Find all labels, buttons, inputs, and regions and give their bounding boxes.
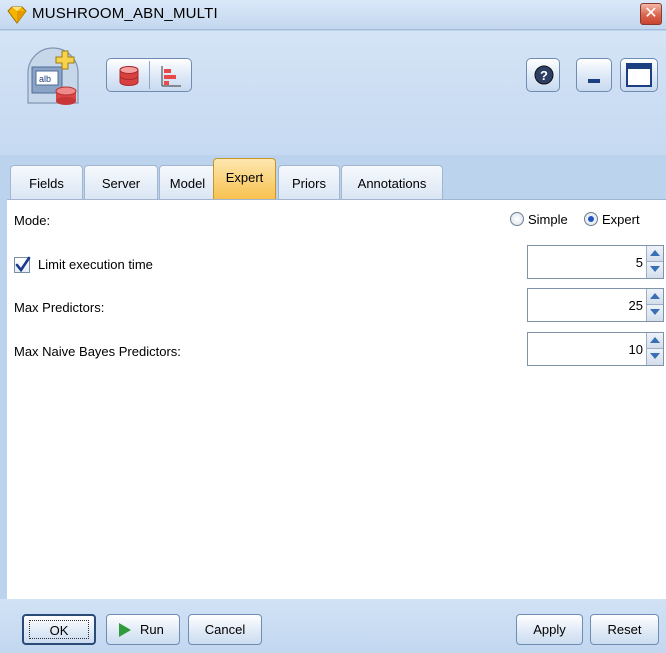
stepper-arrows [646, 246, 663, 278]
node-header: alb ? [0, 31, 666, 155]
model-node-icon: alb [27, 47, 79, 105]
tab-priors[interactable]: Priors [278, 165, 340, 199]
tab-server[interactable]: Server [84, 165, 158, 199]
max-predictors-value[interactable]: 25 [629, 298, 643, 313]
svg-text:alb: alb [39, 74, 51, 84]
help-button[interactable]: ? [526, 58, 560, 92]
cancel-label: Cancel [204, 622, 246, 637]
button-bar: OK Run Cancel Apply Reset [0, 599, 666, 653]
radio-indicator [510, 212, 524, 226]
reset-button[interactable]: Reset [590, 614, 659, 645]
maximize-icon [626, 63, 652, 87]
limit-execution-checkbox[interactable] [14, 256, 31, 273]
mode-simple-label: Simple [528, 212, 568, 227]
max-predictors-stepper[interactable]: 25 [527, 288, 664, 322]
stepper-down-icon[interactable] [647, 349, 663, 365]
stepper-up-icon[interactable] [647, 289, 663, 305]
tab-model[interactable]: Model [159, 165, 216, 199]
node-diamond-icon [7, 6, 27, 24]
max-naive-bayes-predictors-label: Max Naive Bayes Predictors: [14, 344, 181, 359]
tab-expert[interactable]: Expert [213, 158, 276, 199]
mode-label: Mode: [14, 213, 51, 228]
maximize-button[interactable] [620, 58, 658, 92]
mode-simple-radio[interactable]: Simple [510, 212, 568, 227]
run-label: Run [140, 622, 164, 637]
stepper-up-icon[interactable] [647, 246, 663, 262]
dialog-window: MUSHROOM_ABN_MULTI ✕ alb ? Fields Server… [0, 0, 666, 653]
stepper-arrows [646, 333, 663, 365]
chart-icon[interactable] [159, 64, 183, 88]
close-button[interactable]: ✕ [640, 3, 662, 25]
limit-execution-stepper[interactable]: 5 [527, 245, 664, 279]
max-naive-bayes-predictors-value[interactable]: 10 [629, 342, 643, 357]
toolbar-separator [149, 61, 150, 89]
tab-annotations[interactable]: Annotations [341, 165, 443, 199]
max-predictors-label: Max Predictors: [14, 300, 105, 315]
stepper-up-icon[interactable] [647, 333, 663, 349]
run-play-icon [119, 623, 131, 637]
stepper-arrows [646, 289, 663, 321]
stepper-down-icon[interactable] [647, 262, 663, 278]
svg-text:?: ? [540, 68, 548, 83]
toolbar-group [106, 58, 192, 92]
database-icon[interactable] [117, 64, 141, 88]
mode-expert-radio[interactable]: Expert [584, 212, 640, 227]
apply-button[interactable]: Apply [516, 614, 583, 645]
checkmark-icon [15, 256, 31, 273]
reset-label: Reset [607, 622, 642, 637]
radio-indicator-selected [584, 212, 598, 226]
cancel-button[interactable]: Cancel [188, 614, 262, 645]
run-button[interactable]: Run [106, 614, 180, 645]
limit-execution-label: Limit execution time [38, 257, 153, 272]
ok-button[interactable]: OK [22, 614, 96, 645]
focus-ring [29, 620, 89, 639]
minimize-button[interactable] [576, 58, 612, 92]
max-naive-bayes-predictors-stepper[interactable]: 10 [527, 332, 664, 366]
tab-fields[interactable]: Fields [10, 165, 83, 199]
help-icon: ? [534, 65, 554, 85]
window-title: MUSHROOM_ABN_MULTI [32, 5, 218, 22]
mode-expert-label: Expert [602, 212, 640, 227]
minimize-icon [588, 79, 600, 83]
limit-execution-value[interactable]: 5 [636, 255, 643, 270]
apply-label: Apply [533, 622, 566, 637]
stepper-down-icon[interactable] [647, 305, 663, 321]
expert-panel: Mode: Simple Expert Limit execution time… [7, 199, 666, 599]
title-bar[interactable]: MUSHROOM_ABN_MULTI ✕ [0, 0, 666, 30]
